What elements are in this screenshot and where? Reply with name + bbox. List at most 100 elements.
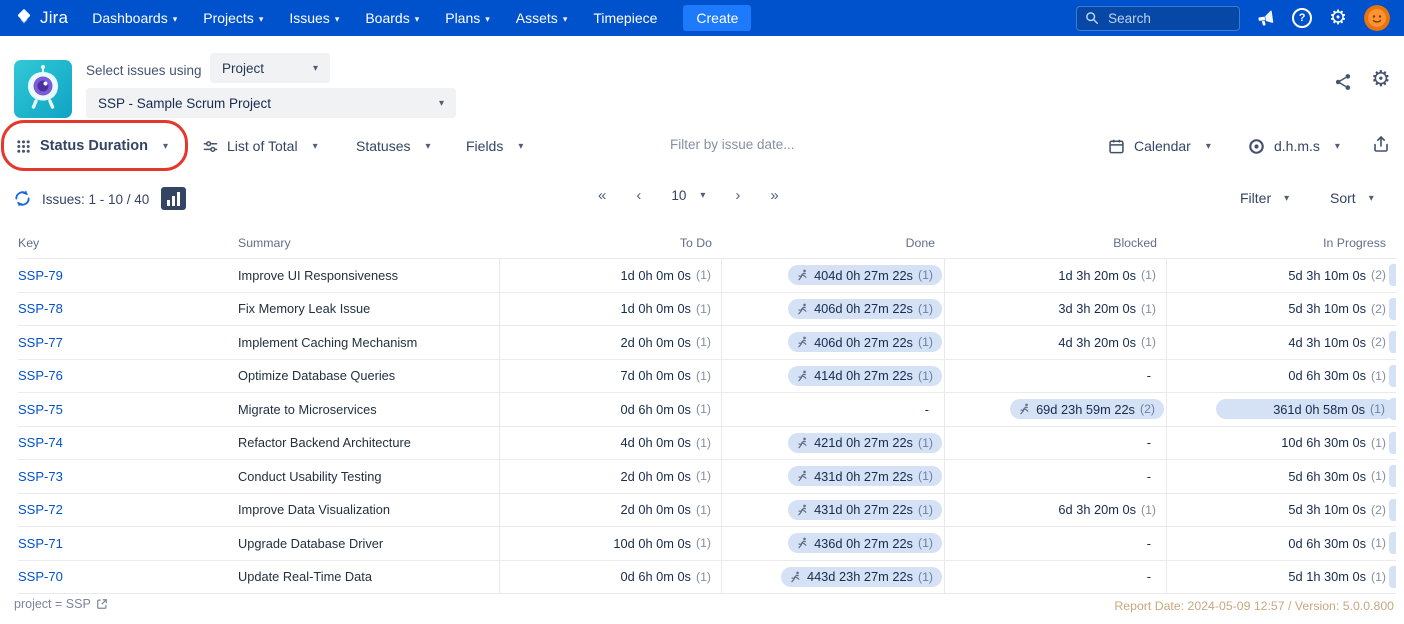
announcement-icon[interactable]	[1256, 8, 1276, 28]
jira-logo[interactable]: Jira	[14, 8, 68, 28]
key-cell: SSP-72	[18, 494, 238, 527]
inprogress-duration-cell: 5d 3h 10m 0s(2)	[1167, 293, 1396, 326]
duration-value: 1d 3h 20m 0s(1)	[1058, 268, 1156, 283]
table-row: SSP-73 Conduct Usability Testing 2d 0h 0…	[18, 459, 1396, 493]
settings-gear-icon[interactable]: ⚙	[1329, 8, 1347, 28]
navbar-menu-item[interactable]: Dashboards ▾	[92, 10, 177, 26]
sort-button[interactable]: Sort ▾	[1330, 190, 1374, 206]
navbar-menu-item[interactable]: Projects ▾	[203, 10, 263, 26]
time-format-button[interactable]: d.h.m.s ▾	[1248, 131, 1340, 161]
chevron-down-icon: ▾	[173, 14, 178, 25]
report-table-body: SSP-79 Improve UI Responsiveness 1d 0h 0…	[18, 258, 1396, 594]
running-status-icon	[797, 537, 809, 549]
key-cell: SSP-79	[18, 259, 238, 292]
running-status-icon	[797, 437, 809, 449]
pagination-prev-button[interactable]: ‹	[636, 187, 641, 204]
navbar-menu-item[interactable]: Plans ▾	[445, 10, 490, 26]
navbar-menu-item-label: Boards	[365, 10, 409, 26]
duration-value: 10d 6h 30m 0s(1)	[1281, 435, 1386, 450]
table-row: SSP-72 Improve Data Visualization 2d 0h …	[18, 493, 1396, 527]
user-avatar[interactable]	[1364, 5, 1390, 31]
refresh-icon[interactable]	[13, 189, 32, 213]
report-type-button[interactable]: Status Duration ▾	[16, 131, 168, 161]
duration-value: 0d 6h 0m 0s(1)	[621, 569, 711, 584]
navbar-menu-item[interactable]: Issues ▾	[289, 10, 339, 26]
duration-value: 5d 3h 10m 0s(2)	[1288, 268, 1386, 283]
column-header-blocked: Blocked	[945, 236, 1167, 250]
filter-button[interactable]: Filter ▾	[1240, 190, 1289, 206]
table-row: SSP-78 Fix Memory Leak Issue 1d 0h 0m 0s…	[18, 292, 1396, 326]
issue-summary: Improve Data Visualization	[238, 502, 390, 517]
blocked-duration-cell: -	[945, 460, 1167, 493]
inprogress-duration-cell: 0d 6h 30m 0s(1)	[1167, 360, 1396, 393]
jql-query-link[interactable]: project = SSP	[14, 597, 108, 611]
issue-key-link[interactable]: SSP-76	[18, 368, 63, 383]
todo-duration-cell: 2d 0h 0m 0s(1)	[500, 494, 722, 527]
key-cell: SSP-77	[18, 326, 238, 359]
jira-logo-icon	[14, 8, 34, 28]
issue-key-link[interactable]: SSP-78	[18, 301, 63, 316]
duration-value: 1d 0h 0m 0s(1)	[621, 268, 711, 283]
page-size-select[interactable]: 10 ▾	[671, 188, 705, 203]
project-select[interactable]: SSP - Sample Scrum Project ▾	[86, 88, 456, 118]
table-row: SSP-70 Update Real-Time Data 0d 6h 0m 0s…	[18, 560, 1396, 595]
duration-value: 10d 0h 0m 0s(1)	[613, 536, 711, 551]
issue-summary: Implement Caching Mechanism	[238, 335, 417, 350]
pagination-last-button[interactable]: »	[770, 187, 778, 204]
duration-value: 443d 23h 27m 22s(1)	[781, 567, 942, 587]
blocked-duration-cell: -	[945, 561, 1167, 594]
summary-cell: Optimize Database Queries	[238, 360, 500, 393]
chevron-down-icon: ▾	[563, 14, 568, 25]
calendar-button[interactable]: Calendar ▾	[1108, 131, 1211, 161]
chevron-down-icon: ▾	[485, 14, 490, 25]
issue-source-select[interactable]: Project ▾	[210, 53, 330, 83]
chart-view-button[interactable]	[161, 187, 186, 210]
issue-key-link[interactable]: SSP-79	[18, 268, 63, 283]
issue-key-link[interactable]: SSP-70	[18, 569, 63, 584]
statuses-button[interactable]: Statuses ▾	[356, 131, 431, 161]
search-input[interactable]	[1106, 10, 1225, 27]
duration-value: 5d 3h 10m 0s(2)	[1288, 301, 1386, 316]
navbar-menu-item[interactable]: Timepiece	[593, 10, 657, 26]
duration-value: 4d 3h 20m 0s(1)	[1058, 335, 1156, 350]
chevron-down-icon: ▾	[439, 98, 444, 109]
export-icon	[1372, 135, 1390, 153]
export-button[interactable]	[1372, 129, 1390, 159]
issue-summary: Upgrade Database Driver	[238, 536, 383, 551]
report-settings-gear-icon[interactable]: ⚙	[1371, 66, 1391, 92]
navbar-menu-item[interactable]: Assets ▾	[516, 10, 568, 26]
list-mode-button[interactable]: List of Total ▾	[203, 131, 318, 161]
list-mode-value: List of Total	[227, 138, 298, 154]
blocked-duration-cell: -	[945, 360, 1167, 393]
duration-value: 4d 0h 0m 0s(1)	[621, 435, 711, 450]
pagination-next-button[interactable]: ›	[735, 187, 740, 204]
key-cell: SSP-75	[18, 393, 238, 426]
create-button[interactable]: Create	[683, 5, 751, 31]
issue-key-link[interactable]: SSP-77	[18, 335, 63, 350]
column-header-key: Key	[18, 236, 238, 250]
issue-summary: Update Real-Time Data	[238, 569, 372, 584]
summary-cell: Improve Data Visualization	[238, 494, 500, 527]
done-duration-cell: 431d 0h 27m 22s(1)	[722, 494, 945, 527]
navbar-menu-item[interactable]: Boards ▾	[365, 10, 419, 26]
done-duration-cell: 406d 0h 27m 22s(1)	[722, 293, 945, 326]
todo-duration-cell: 10d 0h 0m 0s(1)	[500, 527, 722, 560]
issue-key-link[interactable]: SSP-74	[18, 435, 63, 450]
pagination-first-button[interactable]: «	[598, 187, 606, 204]
chevron-down-icon: ▾	[1206, 141, 1211, 152]
fields-button[interactable]: Fields ▾	[466, 131, 523, 161]
chevron-down-icon: ▾	[1284, 193, 1289, 204]
duration-value: 1d 0h 0m 0s(1)	[621, 301, 711, 316]
duration-value: 404d 0h 27m 22s(1)	[788, 265, 942, 285]
issue-key-link[interactable]: SSP-71	[18, 536, 63, 551]
chevron-down-icon: ▾	[425, 141, 430, 152]
chevron-down-icon: ▾	[335, 14, 340, 25]
share-icon[interactable]	[1334, 73, 1352, 96]
issue-key-link[interactable]: SSP-72	[18, 502, 63, 517]
fields-label: Fields	[466, 138, 503, 154]
issue-key-link[interactable]: SSP-73	[18, 469, 63, 484]
issue-key-link[interactable]: SSP-75	[18, 402, 63, 417]
blocked-duration-cell: 6d 3h 20m 0s(1)	[945, 494, 1167, 527]
issue-date-filter-input[interactable]	[668, 136, 902, 153]
help-icon[interactable]: ?	[1292, 8, 1312, 28]
